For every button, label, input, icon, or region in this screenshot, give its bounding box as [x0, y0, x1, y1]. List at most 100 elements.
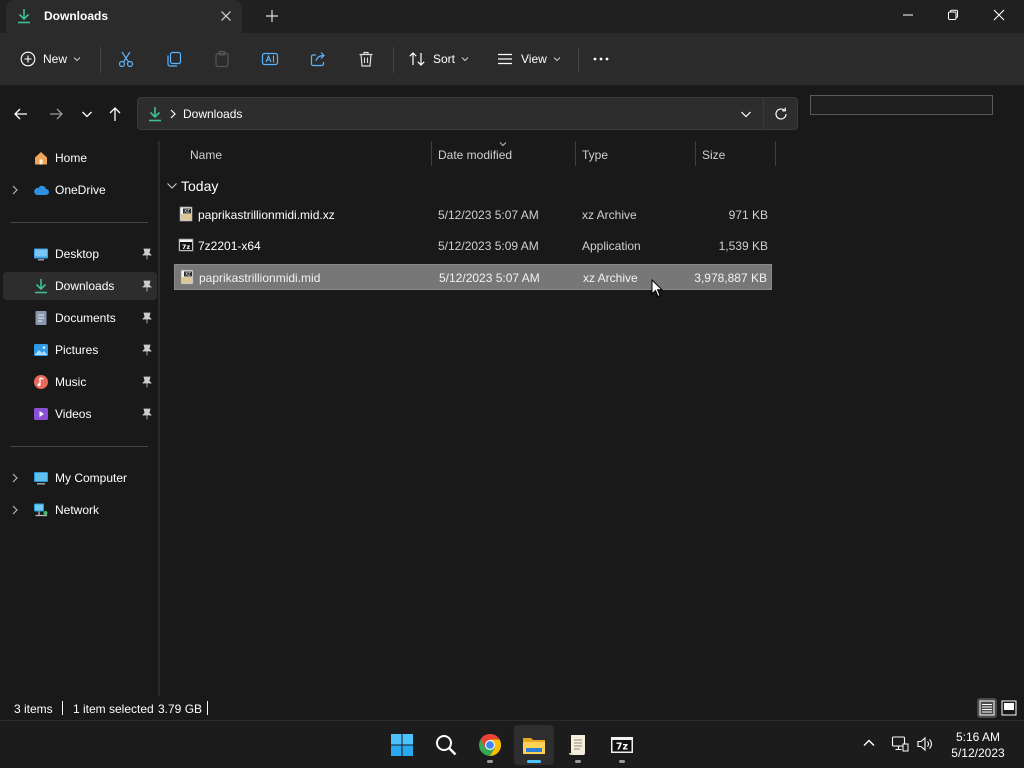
document-icon — [35, 311, 47, 325]
group-label: Today — [181, 178, 219, 194]
svg-text:XZ: XZ — [184, 209, 190, 214]
restore-button[interactable] — [930, 0, 976, 30]
up-arrow-icon[interactable] — [104, 104, 126, 124]
column-divider[interactable] — [775, 141, 776, 166]
chevron-right-icon[interactable] — [11, 505, 19, 515]
running-indicator — [527, 760, 541, 763]
sidebar-item-network[interactable]: Network — [3, 496, 157, 524]
recent-locations-chevron-icon[interactable] — [76, 104, 98, 124]
rename-button[interactable] — [261, 45, 279, 73]
sidebar-item-home[interactable]: Home — [3, 144, 157, 172]
column-header-label: Date modified — [438, 148, 513, 162]
divider — [10, 222, 148, 223]
sort-button[interactable]: Sort — [408, 45, 469, 73]
taskbar-7zip-button[interactable]: 7z — [602, 725, 642, 765]
plus-circle-icon — [20, 51, 36, 67]
back-arrow-icon[interactable] — [10, 104, 32, 124]
sidebar-item-onedrive[interactable]: OneDrive — [3, 176, 157, 204]
network-status-icon[interactable] — [891, 735, 909, 753]
chevron-down-icon — [461, 57, 469, 62]
sidebar-item-music[interactable]: Music — [3, 368, 157, 396]
pin-icon[interactable] — [142, 408, 152, 420]
music-icon — [34, 375, 48, 389]
sidebar-item-downloads[interactable]: Downloads — [3, 272, 157, 300]
minimize-icon — [903, 14, 913, 16]
sidebar-item-label: My Computer — [55, 471, 128, 485]
taskbar-file-explorer-button[interactable] — [514, 725, 554, 765]
large-icons-view-button[interactable] — [999, 698, 1019, 718]
file-row[interactable]: 7z 7z2201-x64 5/12/2023 5:09 AM Applicat… — [174, 233, 772, 259]
volume-icon[interactable] — [916, 735, 934, 753]
chevron-down-icon — [553, 57, 561, 62]
file-row[interactable]: XZ paprikastrillionmidi.mid.xz 5/12/2023… — [174, 202, 772, 228]
search-input[interactable] — [810, 95, 993, 115]
close-window-button[interactable] — [976, 0, 1022, 30]
chevron-right-icon[interactable] — [11, 473, 19, 483]
pane-splitter[interactable] — [158, 141, 160, 696]
column-header-date[interactable]: Date modified — [432, 141, 575, 168]
view-button[interactable]: View — [496, 45, 561, 73]
share-icon — [310, 52, 325, 67]
column-header-type[interactable]: Type — [576, 141, 695, 168]
taskbar-notepad-button[interactable] — [558, 725, 598, 765]
taskbar-search-button[interactable] — [426, 725, 466, 765]
file-row-selected[interactable]: XZ paprikastrillionmidi.mid 5/12/2023 5:… — [174, 264, 772, 290]
chevron-down-icon[interactable] — [166, 181, 178, 191]
pin-icon[interactable] — [142, 248, 152, 260]
pin-icon[interactable] — [142, 376, 152, 388]
sidebar-item-videos[interactable]: Videos — [3, 400, 157, 428]
refresh-icon[interactable] — [773, 106, 789, 122]
cut-icon — [118, 51, 134, 68]
minimize-button[interactable] — [885, 0, 931, 30]
new-button[interactable]: New — [20, 45, 81, 73]
sidebar-item-documents[interactable]: Documents — [3, 304, 157, 332]
pin-icon[interactable] — [142, 280, 152, 292]
clock-time: 5:16 AM — [955, 730, 1001, 744]
file-type: Application — [582, 239, 641, 253]
delete-button[interactable] — [357, 45, 375, 73]
divider — [100, 47, 101, 73]
sidebar-item-pictures[interactable]: Pictures — [3, 336, 157, 364]
file-size: 971 KB — [728, 208, 768, 222]
sidebar-item-label: Downloads — [55, 279, 115, 293]
new-tab-icon[interactable] — [262, 6, 282, 26]
sidebar-item-label: Network — [55, 503, 100, 517]
cut-button[interactable] — [117, 45, 135, 73]
column-header-name[interactable]: Name — [182, 141, 432, 168]
close-tab-icon[interactable] — [216, 6, 236, 26]
chevron-down-icon[interactable] — [740, 109, 752, 119]
mouse-cursor-icon — [651, 279, 663, 298]
sidebar-item-my-computer[interactable]: My Computer — [3, 464, 157, 492]
divider — [393, 47, 394, 73]
address-bar[interactable]: Downloads — [137, 97, 798, 130]
chevron-up-icon[interactable] — [861, 735, 877, 751]
close-icon — [993, 9, 1005, 21]
file-name: paprikastrillionmidi.mid.xz — [198, 208, 335, 222]
more-options-button[interactable] — [592, 45, 610, 73]
sidebar-item-desktop[interactable]: Desktop — [3, 240, 157, 268]
paste-button[interactable] — [213, 45, 231, 73]
large-icons-view-icon — [1001, 700, 1017, 716]
windows-start-icon — [391, 734, 413, 756]
running-indicator — [619, 760, 625, 763]
details-view-button[interactable] — [977, 698, 997, 718]
pin-icon[interactable] — [142, 344, 152, 356]
chevron-right-icon[interactable] — [169, 109, 177, 119]
forward-arrow-icon[interactable] — [45, 104, 67, 124]
column-header-size[interactable]: Size — [696, 141, 775, 168]
sidebar-item-label: OneDrive — [55, 183, 106, 197]
share-button[interactable] — [309, 45, 327, 73]
chevron-down-icon — [73, 57, 81, 62]
system-clock[interactable]: 5:16 AM 5/12/2023 — [944, 729, 1012, 761]
file-type: xz Archive — [582, 208, 637, 222]
taskbar-chrome-button[interactable] — [470, 725, 510, 765]
pin-icon[interactable] — [142, 312, 152, 324]
breadcrumb[interactable]: Downloads — [183, 107, 242, 121]
column-header-label: Type — [582, 148, 609, 162]
chevron-right-icon[interactable] — [11, 185, 19, 195]
copy-button[interactable] — [165, 45, 183, 73]
sidebar-item-label: Documents — [55, 311, 116, 325]
tab-downloads[interactable]: Downloads — [6, 0, 242, 33]
start-button[interactable] — [382, 725, 422, 765]
item-count: 3 items — [14, 702, 53, 716]
